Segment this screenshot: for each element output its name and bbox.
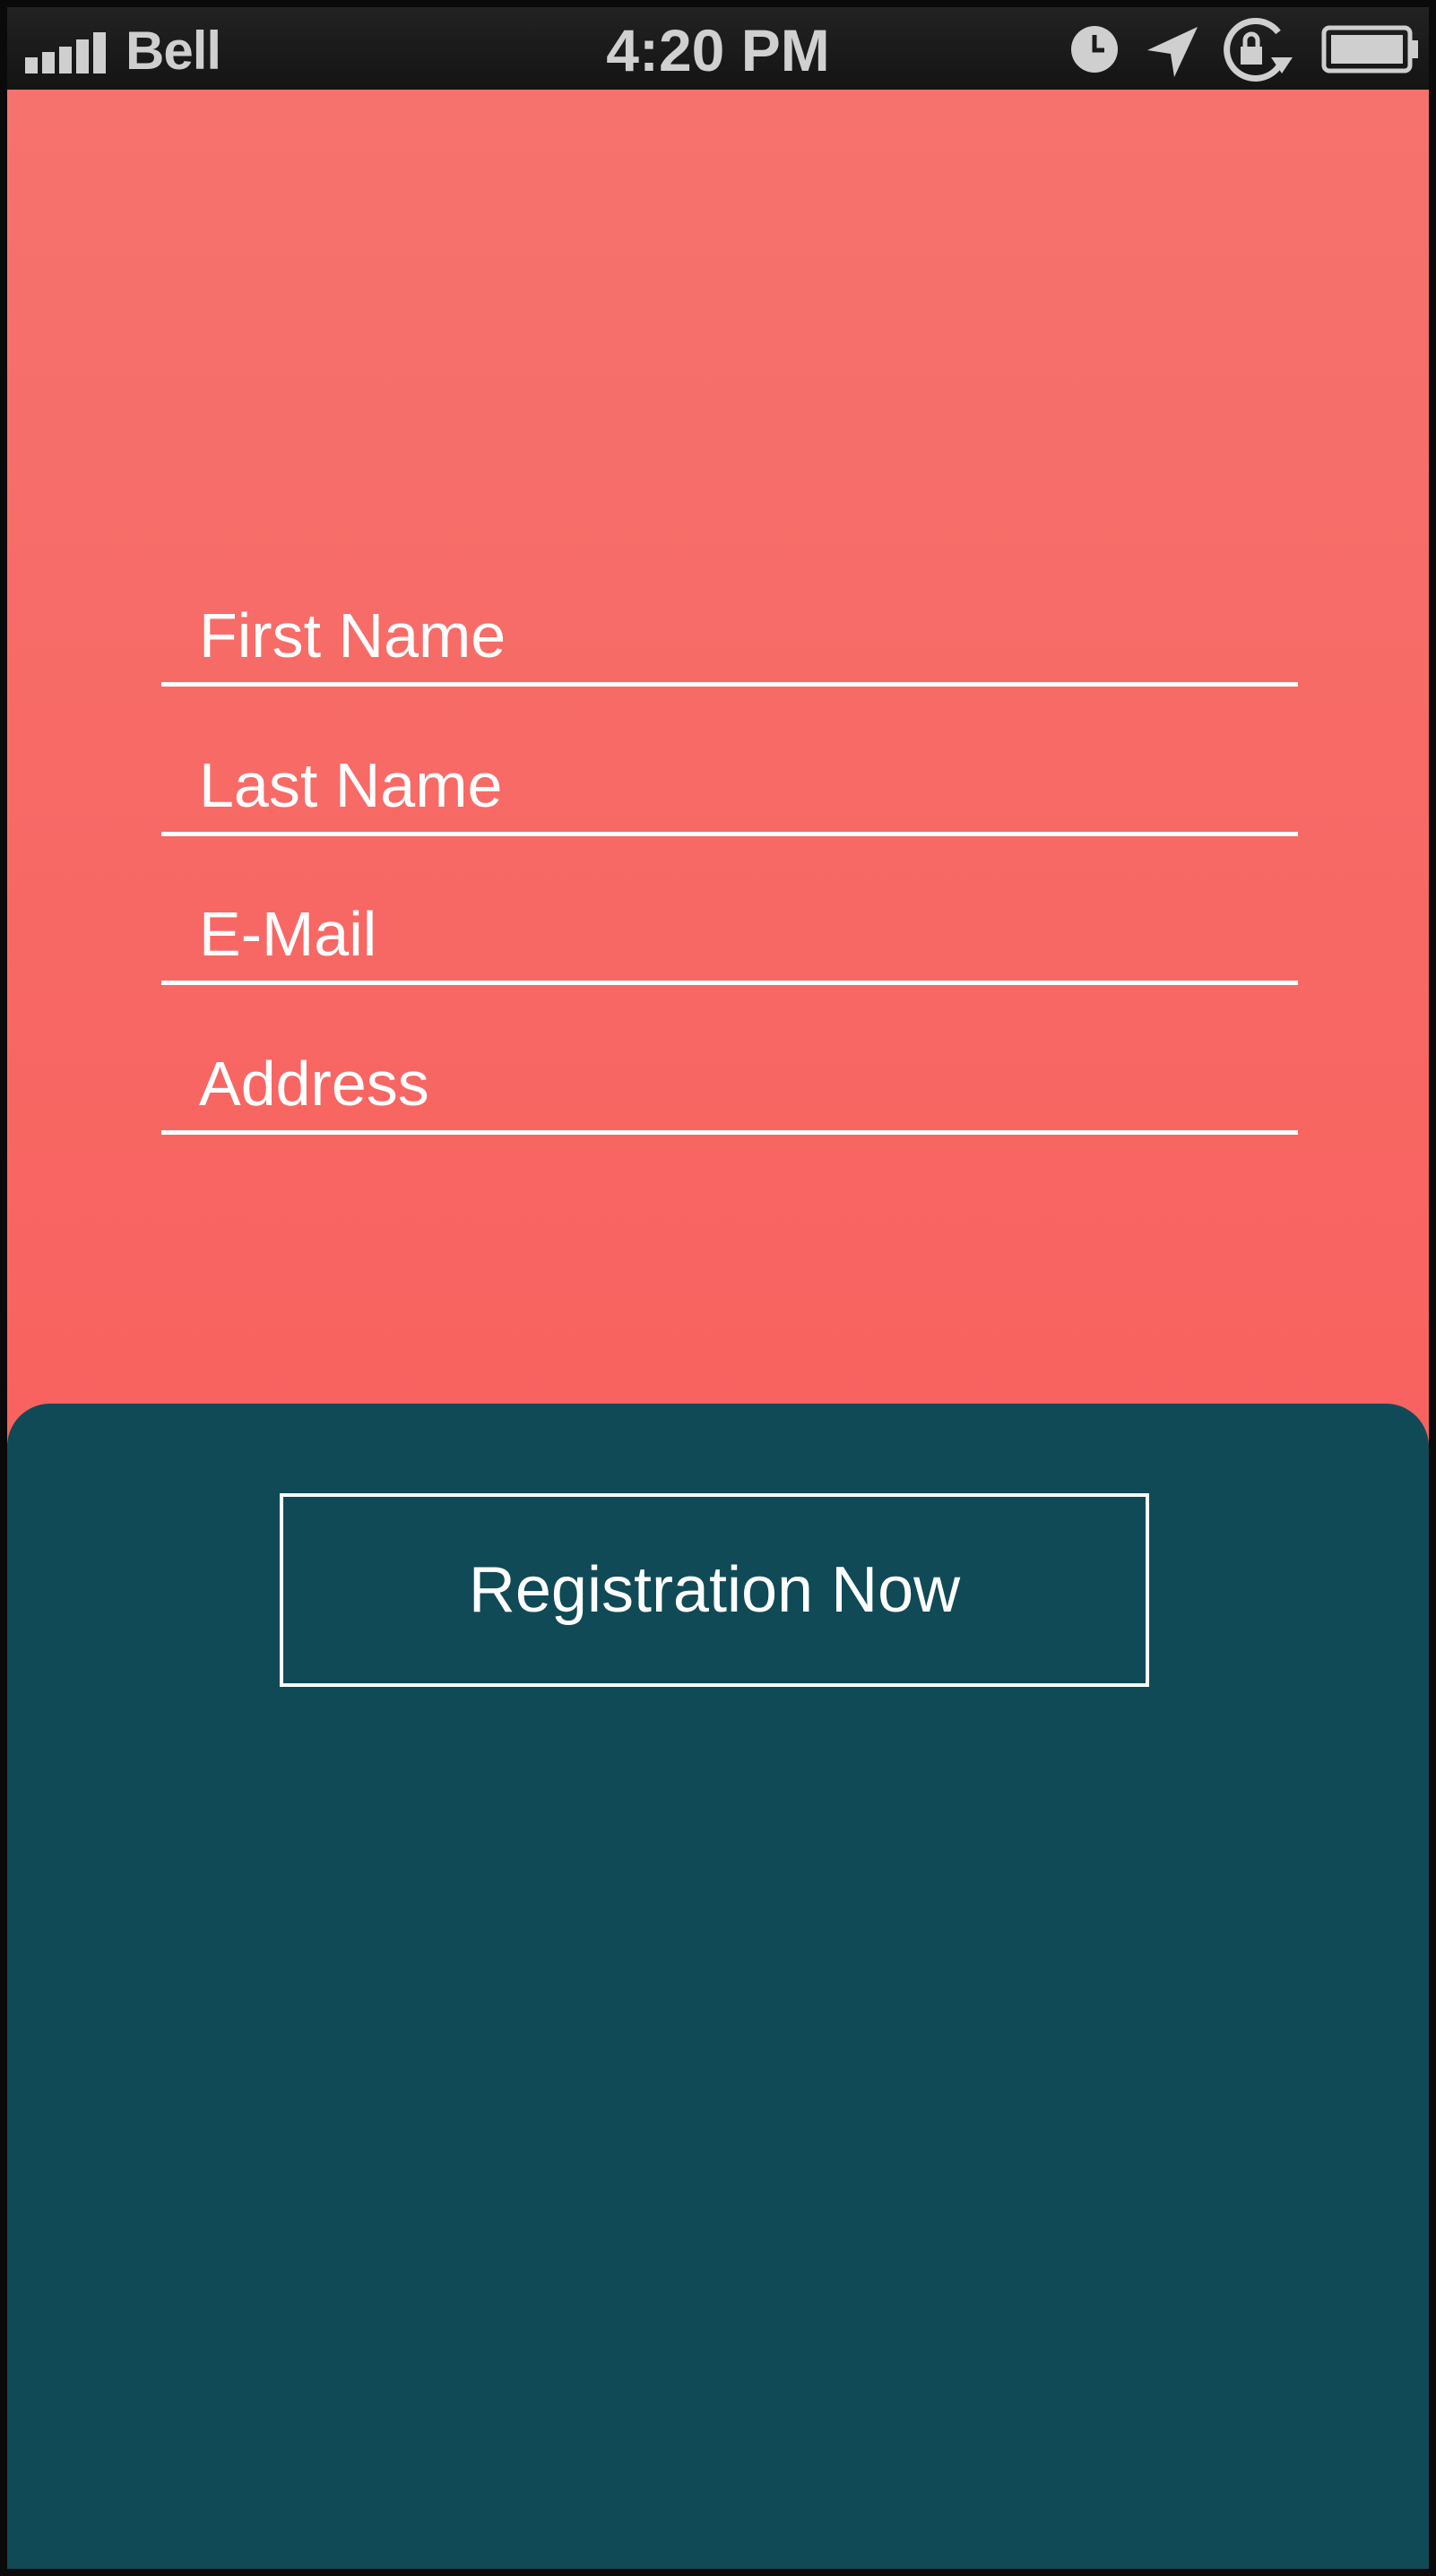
email-field[interactable] [161,900,1298,985]
status-time: 4:20 PM [606,17,830,83]
address-field[interactable] [161,1050,1298,1135]
app-content: Registration Now [7,90,1429,2569]
first-name-input[interactable] [199,601,1257,670]
registration-form-panel [7,90,1429,1443]
last-name-input[interactable] [199,751,1257,819]
last-name-field[interactable] [161,751,1298,836]
rotation-lock-icon [1224,18,1293,82]
registration-now-button[interactable]: Registration Now [280,1493,1149,1687]
status-bar: Bell 4:20 PM [7,7,1429,90]
email-input[interactable] [199,900,1257,968]
battery-icon [1321,25,1418,73]
first-name-field[interactable] [161,601,1298,687]
alarm-clock-icon [1071,26,1118,73]
address-input[interactable] [199,1050,1257,1118]
location-arrow-icon [1147,27,1198,77]
phone-screen: Bell 4:20 PM First Name Last Name E-Mail… [0,0,1436,2576]
